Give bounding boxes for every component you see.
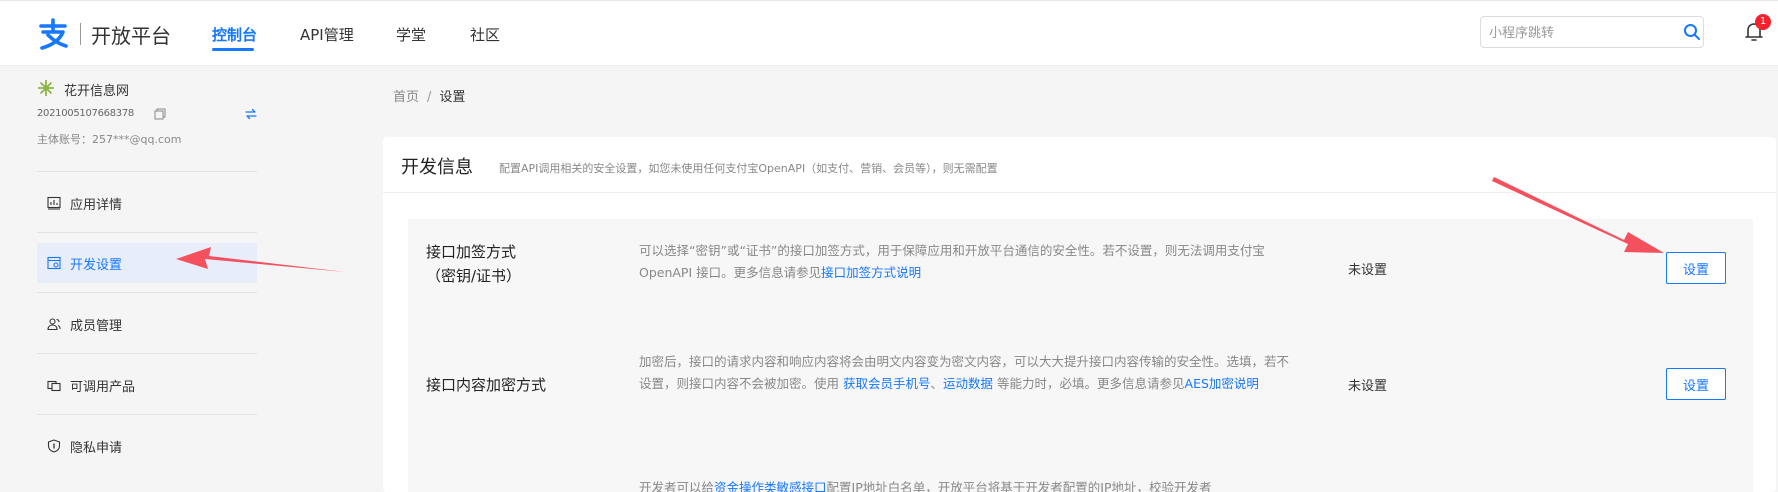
- encrypt-method-status: 未设置: [1348, 379, 1388, 394]
- aes-doc-link[interactable]: AES加密说明: [1185, 376, 1259, 391]
- page-title: 开发信息: [401, 157, 473, 178]
- tab-console[interactable]: 控制台: [212, 24, 257, 45]
- app-id: 2021005107668378: [37, 108, 134, 119]
- description-text: 等能力时，必填。更多信息请参见: [993, 376, 1185, 391]
- sign-method-doc-link[interactable]: 接口加签方式说明: [821, 265, 921, 280]
- switch-app-icon[interactable]: [245, 108, 257, 120]
- row-title-line: 接口加签方式: [426, 243, 517, 261]
- active-tab-indicator: [212, 48, 254, 51]
- sidebar-item-label: 可调用产品: [70, 379, 136, 395]
- sidebar-item-label: 应用详情: [70, 197, 123, 213]
- sidebar-divider: [37, 232, 257, 233]
- description-text: 开发者可以给: [639, 480, 715, 492]
- sign-method-status: 未设置: [1348, 263, 1388, 278]
- notification-badge: 1: [1755, 14, 1771, 30]
- products-icon: [47, 380, 61, 392]
- chart-panel-icon: [47, 196, 61, 210]
- sign-method-settings-button[interactable]: 设置: [1666, 252, 1726, 284]
- members-icon: [47, 318, 61, 331]
- sidebar-item-app-details[interactable]: 应用详情: [37, 183, 257, 223]
- sidebar-item-label: 隐私申请: [70, 440, 123, 456]
- sport-data-link[interactable]: 运动数据: [943, 376, 993, 391]
- breadcrumb: 首页 / 设置: [393, 86, 465, 105]
- breadcrumb-current: 设置: [439, 90, 466, 105]
- tab-academy[interactable]: 学堂: [396, 24, 426, 45]
- sidebar-item-label: 成员管理: [70, 318, 123, 334]
- row-title-line: （密钥/证书）: [426, 267, 522, 285]
- app-name: 花开信息网: [64, 84, 130, 99]
- sidebar-divider: [37, 353, 257, 354]
- alipay-logo-icon: [39, 18, 68, 50]
- logo-text: 开放平台: [91, 23, 171, 48]
- card-divider: [383, 192, 1776, 193]
- description-text: 配置IP地址白名单，开放平台将基于开发者配置的IP地址，校验开发者: [826, 480, 1212, 492]
- encrypt-method-settings-button[interactable]: 设置: [1666, 368, 1726, 400]
- sensitive-api-link[interactable]: 资金操作类敏感接口: [714, 480, 827, 492]
- tab-api-management[interactable]: API管理: [300, 24, 354, 45]
- sidebar-divider: [37, 292, 257, 293]
- encrypt-method-title: 接口内容加密方式: [426, 373, 546, 397]
- member-phone-link[interactable]: 获取会员手机号: [843, 376, 931, 391]
- sidebar-item-members[interactable]: 成员管理: [37, 304, 257, 344]
- copy-icon[interactable]: [154, 108, 166, 120]
- sidebar-item-privacy[interactable]: 隐私申请: [37, 426, 257, 466]
- description-text: 可以选择“密钥”或“证书”的接口加签方式，用于保障应用和开放平台通信的安全性。若…: [639, 243, 1265, 280]
- sidebar-item-label: 开发设置: [70, 257, 123, 273]
- sidebar-divider: [37, 171, 257, 172]
- ip-whitelist-description: 开发者可以给资金操作类敏感接口配置IP地址白名单，开放平台将基于开发者配置的IP…: [639, 477, 1291, 492]
- search-input[interactable]: [1489, 23, 1669, 43]
- logo[interactable]: 开放平台: [36, 17, 171, 51]
- sidebar-divider: [37, 414, 257, 415]
- sign-method-title: 接口加签方式 （密钥/证书）: [426, 240, 521, 288]
- encrypt-method-description: 加密后，接口的请求内容和响应内容将会由明文内容变为密文内容，可以大大提升接口内容…: [639, 351, 1291, 395]
- dev-info-card: 开发信息 配置API调用相关的安全设置，如您未使用任何支付宝OpenAPI（如支…: [383, 137, 1776, 492]
- description-separator: 、: [930, 376, 944, 391]
- sign-method-description: 可以选择“密钥”或“证书”的接口加签方式，用于保障应用和开放平台通信的安全性。若…: [639, 240, 1291, 284]
- sidebar-item-products[interactable]: 可调用产品: [37, 365, 257, 405]
- breadcrumb-separator: /: [427, 90, 432, 105]
- page-description: 配置API调用相关的安全设置，如您未使用任何支付宝OpenAPI（如支付、营销、…: [499, 162, 998, 175]
- dev-settings-icon: [47, 256, 61, 270]
- breadcrumb-home[interactable]: 首页: [393, 90, 419, 105]
- tab-community[interactable]: 社区: [470, 24, 500, 45]
- row-title-line: 接口内容加密方式: [426, 376, 547, 394]
- logo-divider: [80, 23, 81, 45]
- top-bar: 开放平台 控制台 API管理 学堂 社区 1: [0, 0, 1778, 66]
- shield-icon: [47, 439, 61, 453]
- account-info: 主体账号：257***@qq.com: [37, 133, 182, 146]
- sidebar-item-dev-settings[interactable]: 开发设置: [37, 243, 257, 283]
- app-avatar-icon: [38, 80, 54, 96]
- search-box[interactable]: [1480, 16, 1704, 48]
- search-icon[interactable]: [1683, 23, 1701, 41]
